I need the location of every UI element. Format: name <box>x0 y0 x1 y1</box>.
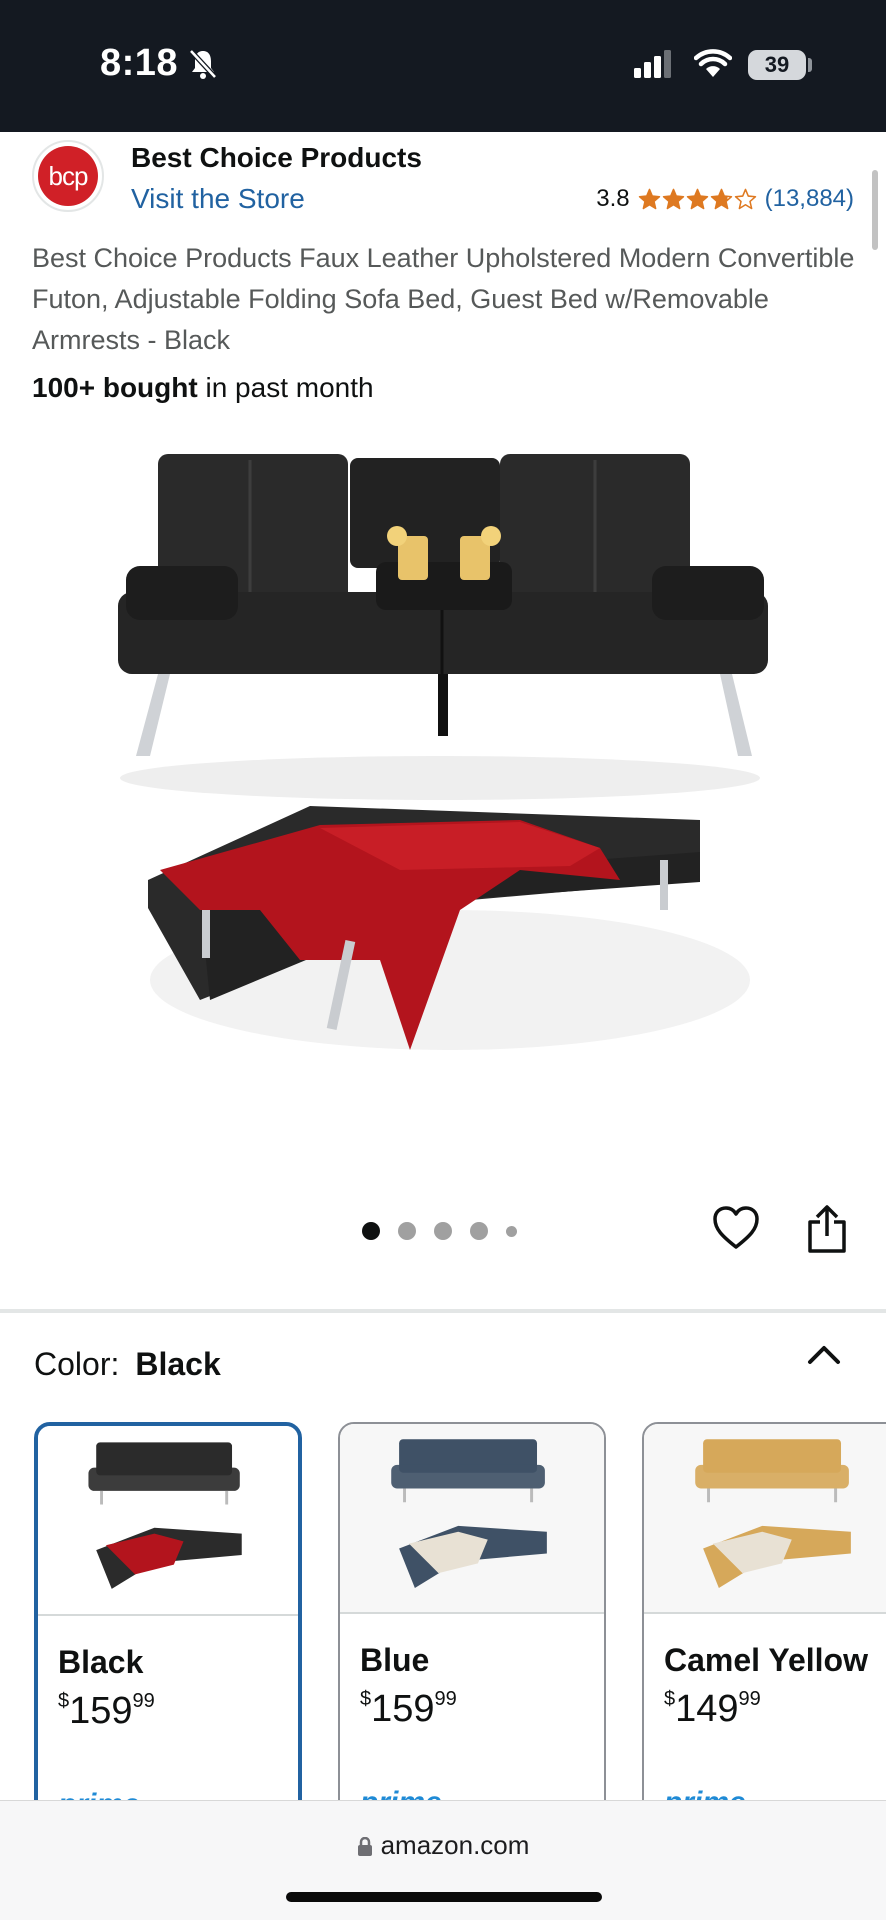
bought-count: 100+ bought <box>32 372 198 403</box>
cellular-signal-icon <box>634 50 671 78</box>
pager-dot[interactable] <box>362 1222 380 1240</box>
brand-name: Best Choice Products <box>131 142 422 173</box>
color-swatch[interactable]: Black$15999prime <box>34 1422 302 1842</box>
star-icon <box>686 188 708 209</box>
swatch-price: $14999 <box>664 1688 761 1731</box>
status-bar: 8:18 39 <box>0 0 886 132</box>
star-icon <box>638 188 660 209</box>
price-whole: 149 <box>675 1688 739 1730</box>
heart-icon[interactable] <box>712 1205 760 1251</box>
swatch-name: Camel Yellow <box>664 1642 868 1678</box>
swatch-thumbnail <box>340 1424 604 1614</box>
color-section-header[interactable]: Color: Black <box>34 1346 221 1383</box>
currency-symbol: $ <box>664 1688 676 1710</box>
pager-dot[interactable] <box>506 1225 517 1237</box>
swatch-name: Blue <box>360 1642 430 1678</box>
price-whole: 159 <box>371 1688 435 1730</box>
price-fraction: 99 <box>738 1688 761 1710</box>
section-divider <box>0 1309 886 1313</box>
currency-symbol: $ <box>360 1688 372 1710</box>
bought-period: in past month <box>197 372 374 403</box>
pager-dot[interactable] <box>434 1222 452 1240</box>
selected-color: Black <box>135 1346 221 1382</box>
swatch-price: $15999 <box>360 1688 457 1731</box>
swatch-sofa-illustration <box>88 1442 242 1589</box>
bell-slash-icon <box>189 49 217 79</box>
chevron-up-icon[interactable] <box>806 1342 842 1366</box>
status-time: 8:18 <box>100 42 179 84</box>
url-display[interactable]: amazon.com <box>0 1830 886 1861</box>
review-count-link[interactable]: (13,884) <box>765 185 854 213</box>
page-scrollbar[interactable] <box>872 170 878 250</box>
swatch-price: $15999 <box>58 1690 155 1733</box>
star-rating <box>638 188 757 211</box>
url-text: amazon.com <box>380 1830 530 1860</box>
currency-symbol: $ <box>58 1690 70 1712</box>
lock-icon <box>357 1837 372 1856</box>
battery-indicator: 39 <box>748 50 806 80</box>
brand-logo[interactable]: bcp <box>32 140 104 212</box>
price-fraction: 99 <box>132 1690 155 1712</box>
swatch-thumbnail <box>644 1424 886 1614</box>
star-icon <box>662 188 684 209</box>
bought-in-past-month: 100+ bought in past month <box>32 372 374 404</box>
swatch-thumbnail <box>38 1426 298 1616</box>
product-image[interactable] <box>100 440 790 1110</box>
sofa-upright-illustration <box>118 454 768 800</box>
rating-summary[interactable]: 3.8 (13,884) <box>596 185 854 213</box>
swatch-sofa-illustration <box>695 1439 851 1588</box>
share-icon[interactable] <box>806 1204 848 1254</box>
swatch-sofa-illustration <box>391 1439 547 1588</box>
image-pager[interactable] <box>362 1222 517 1240</box>
price-whole: 159 <box>69 1690 133 1732</box>
sofa-bed-illustration <box>148 806 750 1050</box>
swatch-name: Black <box>58 1644 144 1680</box>
pager-dot[interactable] <box>398 1222 416 1240</box>
color-swatch[interactable]: Blue$15999prime <box>338 1422 606 1842</box>
star-icon <box>734 188 756 209</box>
color-swatch[interactable]: Camel Yellow$14999prime <box>642 1422 886 1842</box>
product-title: Best Choice Products Faux Leather Uphols… <box>32 243 855 355</box>
wifi-icon <box>694 49 732 77</box>
pager-dot[interactable] <box>470 1222 488 1240</box>
battery-tip <box>808 58 812 72</box>
home-indicator[interactable] <box>286 1892 602 1902</box>
visit-store-link[interactable]: Visit the Store <box>131 183 305 215</box>
price-fraction: 99 <box>434 1688 457 1710</box>
brand-logo-text: bcp <box>38 146 98 206</box>
star-icon <box>710 188 732 209</box>
rating-value: 3.8 <box>596 185 630 212</box>
color-label: Color: <box>34 1346 120 1382</box>
